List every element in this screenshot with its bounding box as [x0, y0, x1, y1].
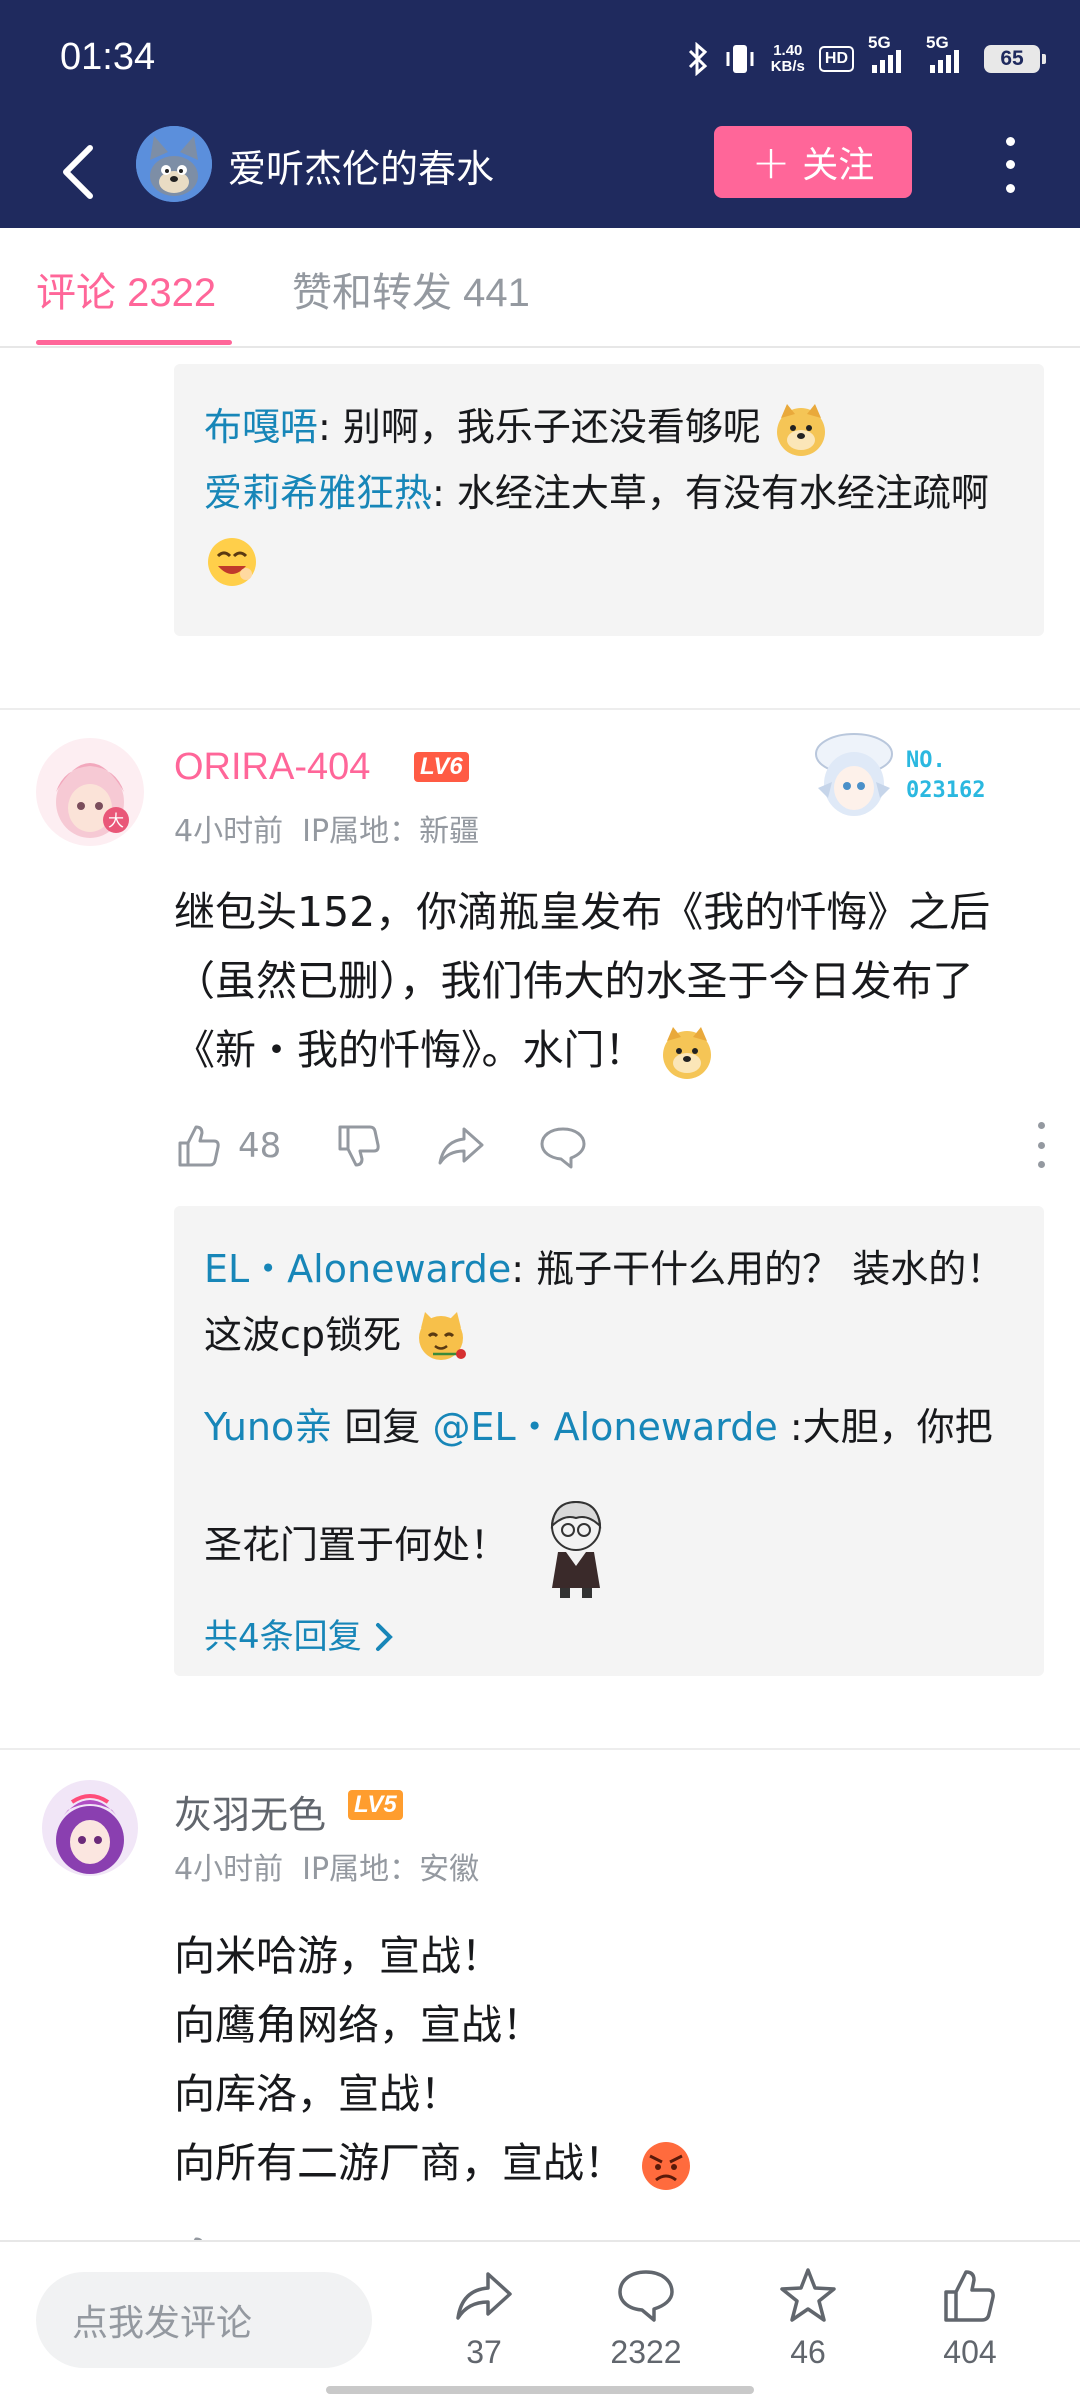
- comment-meta: 4小时前 IP属地：安徽: [174, 1844, 479, 1888]
- comment-bubble-icon: [540, 1127, 586, 1169]
- reply-username[interactable]: 爱莉希雅狂热: [204, 471, 432, 515]
- battery-icon: 65: [984, 45, 1046, 73]
- reply-username[interactable]: Yuno亲: [204, 1405, 332, 1449]
- home-indicator[interactable]: [326, 2386, 754, 2394]
- comment-username[interactable]: 灰羽无色: [174, 1784, 326, 1839]
- share-icon: [456, 2272, 512, 2320]
- view-more-replies-link[interactable]: 共4条回复: [204, 1604, 1014, 1670]
- comment-bubble-icon: [618, 2270, 674, 2322]
- signal-icon: 5G: [926, 33, 970, 73]
- reply-username[interactable]: 布嘎唔: [204, 405, 318, 449]
- like-count: 48: [238, 1126, 282, 1166]
- anime-girl-avatar-icon: 大: [36, 738, 144, 846]
- share-count: 37: [466, 2334, 502, 2370]
- reply-item: EL・Alonewarde: 瓶子干什么用的？ 装水的！ 这波cp锁死: [204, 1236, 1014, 1368]
- avatar[interactable]: 大: [36, 738, 144, 846]
- reply-text: 水经注大草，有没有水经注疏啊: [456, 471, 989, 515]
- purple-hair-avatar-icon: [42, 1780, 138, 1876]
- like-button[interactable]: 404: [910, 2266, 1030, 2386]
- reply-item: 布嘎唔: 别啊，我乐子还没看够呢: [204, 394, 1014, 460]
- favorite-button[interactable]: 46: [748, 2266, 868, 2386]
- vibrate-icon: [726, 45, 754, 73]
- avatar[interactable]: [136, 126, 212, 202]
- reply-item: Yuno亲 回复 @EL・Alonewarde :大胆，你把圣花门置于何处！: [204, 1368, 1014, 1604]
- thumb-down-icon: [338, 1125, 380, 1167]
- level-badge: LV6: [414, 752, 469, 782]
- divider: [0, 708, 1080, 710]
- thumb-up-icon: [944, 2270, 995, 2322]
- follow-button[interactable]: + 关注: [714, 126, 912, 198]
- tab-indicator: [36, 340, 232, 345]
- doge-emoji-icon: [777, 403, 826, 456]
- doge-emoji-icon: [662, 1027, 711, 1079]
- like-count: 404: [943, 2334, 997, 2370]
- bottom-action-bar: 点我发评论 37 2322 46 404: [0, 2240, 1080, 2400]
- reply-button[interactable]: [538, 1116, 588, 1176]
- reply-username[interactable]: EL・Alonewarde: [204, 1247, 511, 1291]
- comment-ip: IP属地：新疆: [302, 814, 480, 849]
- reply-preview-box[interactable]: EL・Alonewarde: 瓶子干什么用的？ 装水的！ 这波cp锁死 Yuno…: [174, 1206, 1044, 1676]
- status-time: 01:34: [60, 36, 156, 78]
- back-arrow-icon: [63, 145, 93, 199]
- reply-text: 别啊，我乐子还没看够呢: [342, 405, 761, 449]
- comment-meta: 4小时前 IP属地：新疆: [174, 806, 479, 850]
- level-badge: LV5: [348, 1790, 403, 1820]
- thumb-up-icon: [193, 2237, 203, 2240]
- comment-button[interactable]: 2322: [586, 2266, 706, 2386]
- hd-icon: HD: [818, 46, 854, 72]
- fan-badge-character-icon: [815, 733, 893, 816]
- like-button[interactable]: 48: [174, 1116, 281, 1176]
- favorite-count: 46: [790, 2334, 826, 2370]
- comment-content: 继包头152，你滴瓶皇发布《我的忏悔》之后（虽然已删），我们伟大的水圣于今日发布…: [174, 878, 1054, 1085]
- angry-emoji-icon: [642, 2142, 691, 2190]
- divider: [0, 1748, 1080, 1750]
- comment-time: 4小时前: [174, 1852, 284, 1887]
- chevron-right-icon: [375, 1623, 393, 1651]
- mention-link[interactable]: @EL・Alonewarde: [432, 1405, 777, 1449]
- reply-preview-box[interactable]: 布嘎唔: 别啊，我乐子还没看够呢 爱莉希雅狂热: 水经注大草，有没有水经注疏啊: [174, 364, 1044, 636]
- tab-likes-reposts[interactable]: 赞和转发 441: [292, 260, 530, 318]
- thumb-up-icon: [178, 1125, 220, 1167]
- comment-more-icon[interactable]: [1036, 1122, 1046, 1168]
- comment-input[interactable]: 点我发评论: [36, 2272, 372, 2368]
- tab-comments[interactable]: 评论 2322: [36, 260, 216, 318]
- top-bar: 01:34 1.40 KB/s HD 5G 5G 65 爱听杰伦的春水 + 关注: [0, 0, 1080, 228]
- comment-ip: IP属地：安徽: [302, 1852, 480, 1887]
- svg-text:大: 大: [108, 811, 124, 830]
- comment-username[interactable]: ORIRA-404: [174, 746, 370, 789]
- fan-badge[interactable]: NO. 023162: [810, 728, 1040, 824]
- comment-count: 2322: [610, 2334, 682, 2370]
- share-button[interactable]: 37: [424, 2266, 544, 2386]
- back-button[interactable]: [48, 132, 108, 212]
- cat-rose-emoji-icon: [419, 1311, 467, 1360]
- comment-actions: 48: [174, 1116, 1054, 1176]
- laugh-emoji-icon: [208, 537, 256, 586]
- comment-feed[interactable]: 布嘎唔: 别啊，我乐子还没看够呢 爱莉希雅狂热: 水经注大草，有没有水经注疏啊 …: [0, 348, 1080, 2240]
- cat-avatar-icon: [136, 126, 212, 202]
- like-button[interactable]: [174, 2228, 224, 2240]
- share-button[interactable]: [436, 1116, 486, 1176]
- more-options-icon[interactable]: [990, 130, 1030, 200]
- net-speed: 1.40 KB/s: [770, 42, 805, 75]
- tab-bar: 评论 2322 赞和转发 441: [0, 228, 1080, 348]
- status-bar: 01:34 1.40 KB/s HD 5G 5G 65: [0, 0, 1080, 120]
- signal-icon: 5G: [868, 33, 912, 73]
- dislike-button[interactable]: [334, 1116, 384, 1176]
- chibi-sticker-icon: [550, 1500, 602, 1598]
- avatar[interactable]: [42, 1780, 138, 1876]
- comment-content: 向米哈游，宣战！ 向鹰角网络，宣战！ 向库洛，宣战！ 向所有二游厂商，宣战！: [174, 1922, 1054, 2198]
- uploader-name[interactable]: 爱听杰伦的春水: [228, 138, 494, 193]
- bluetooth-icon: [688, 42, 707, 76]
- share-icon: [438, 1127, 484, 1165]
- star-icon: [780, 2268, 836, 2322]
- fan-badge-number: NO. 023162: [906, 748, 986, 803]
- status-icons: 1.40 KB/s HD 5G 5G 65: [687, 33, 1046, 82]
- comment-actions: [174, 2228, 1054, 2240]
- reply-item: 爱莉希雅狂热: 水经注大草，有没有水经注疏啊: [204, 460, 1014, 592]
- nav-bar: 爱听杰伦的春水 + 关注: [0, 120, 1080, 228]
- comment-time: 4小时前: [174, 814, 284, 849]
